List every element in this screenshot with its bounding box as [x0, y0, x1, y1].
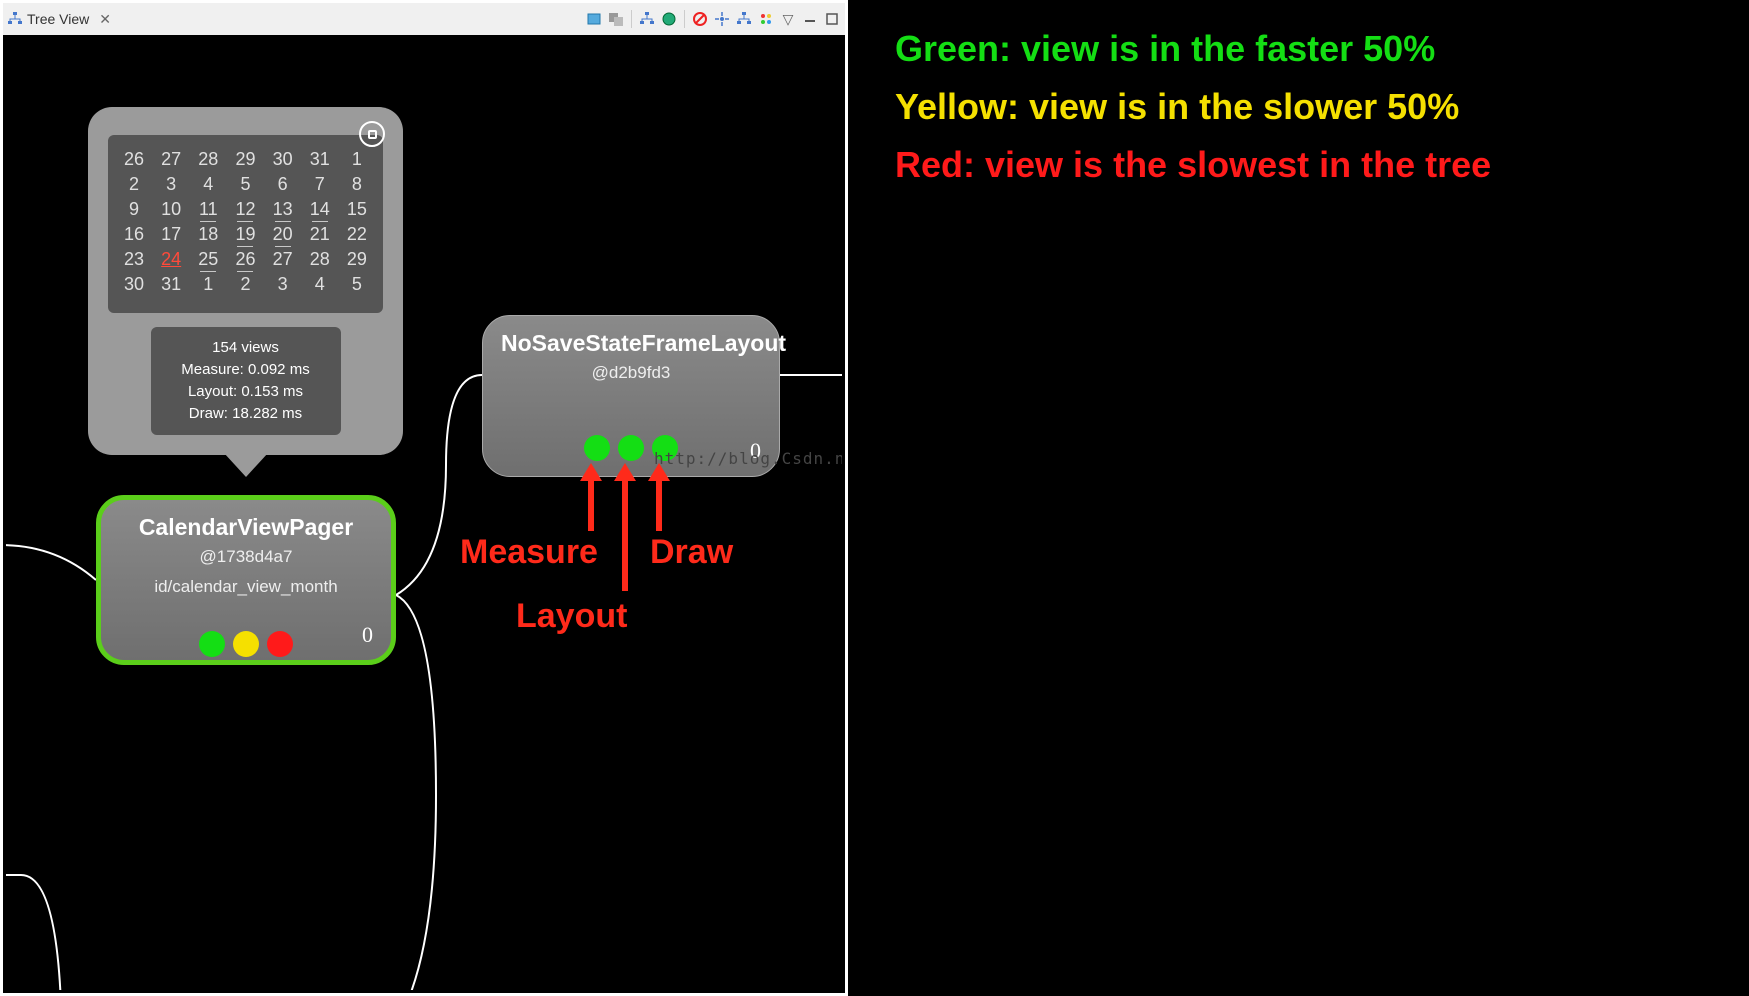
draw-dot: [267, 631, 293, 657]
stats-draw: Draw: 18.282 ms: [159, 403, 333, 425]
calendar-cell: 29: [231, 149, 259, 170]
calendar-cell: 1: [343, 149, 371, 170]
calendar-cell: 28: [194, 149, 222, 170]
label-measure: Measure: [460, 533, 598, 572]
calendar-cell: 29: [343, 249, 371, 270]
calendar-cell: 12: [231, 199, 259, 220]
tb-dots-icon[interactable]: [757, 10, 775, 28]
legend: Green: view is in the faster 50% Yellow:…: [895, 20, 1491, 194]
node-title: NoSaveStateFrameLayout: [501, 330, 761, 357]
calendar-cell: 21: [306, 224, 334, 245]
calendar-cell: 26: [120, 149, 148, 170]
calendar-cell: 31: [306, 149, 334, 170]
legend-yellow: Yellow: view is in the slower 50%: [895, 78, 1491, 136]
watermark: http://blog.Csdn.net/: [654, 449, 842, 468]
calendar-cell: 25: [194, 249, 222, 270]
calendar-cell: 19: [231, 224, 259, 245]
calendar-cell: 13: [269, 199, 297, 220]
tree-canvas[interactable]: 2627282930311234567891011121314151617181…: [6, 35, 842, 990]
title-bar: Tree View ✕ ▽: [3, 3, 845, 35]
calendar-cell: 6: [269, 174, 297, 195]
node-hash: @d2b9fd3: [501, 363, 761, 383]
calendar-cell: 23: [120, 249, 148, 270]
calendar-cell: 2: [231, 274, 259, 295]
calendar-cell: 28: [306, 249, 334, 270]
node-title: CalendarViewPager: [119, 514, 373, 541]
legend-red: Red: view is the slowest in the tree: [895, 136, 1491, 194]
calendar-cell: 4: [194, 174, 222, 195]
tooltip-stats: 154 views Measure: 0.092 ms Layout: 0.15…: [151, 327, 341, 435]
layout-dot: [618, 435, 644, 461]
calendar-cell: 2: [120, 174, 148, 195]
calendar-cell: 16: [120, 224, 148, 245]
calendar-cell: 30: [269, 149, 297, 170]
calendar-cell: 10: [157, 199, 185, 220]
legend-green: Green: view is in the faster 50%: [895, 20, 1491, 78]
measure-dot: [584, 435, 610, 461]
tb-tree-icon[interactable]: [638, 10, 656, 28]
calendar-cell: 20: [269, 224, 297, 245]
arrow-measure-icon: [576, 463, 606, 533]
panel-title: Tree View: [27, 11, 89, 27]
measure-dot: [199, 631, 225, 657]
calendar-cell: 9: [120, 199, 148, 220]
calendar-row: 23 24 25 26 27 28 29: [120, 249, 371, 270]
tb-icon-2[interactable]: [607, 10, 625, 28]
calendar-cell: 7: [306, 174, 334, 195]
tb-max-icon[interactable]: [823, 10, 841, 28]
calendar-cell: 1: [194, 274, 222, 295]
calendar-cell: 5: [231, 174, 259, 195]
node-calendar-view-pager[interactable]: CalendarViewPager @1738d4a7 id/calendar_…: [96, 495, 396, 665]
arrow-layout-icon: [610, 463, 640, 593]
calendar-cell: 17: [157, 224, 185, 245]
tb-globe-icon[interactable]: [660, 10, 678, 28]
perf-dots: [119, 631, 373, 657]
tree-view-panel: Tree View ✕ ▽: [0, 0, 848, 996]
calendar-preview: 2627282930311234567891011121314151617181…: [108, 135, 383, 313]
calendar-cell: 26: [231, 249, 259, 270]
toolbar-icons: ▽: [585, 10, 841, 28]
calendar-cell: 11: [194, 199, 222, 220]
tree-icon: [7, 11, 23, 27]
stats-measure: Measure: 0.092 ms: [159, 359, 333, 381]
layout-dot: [233, 631, 259, 657]
calendar-cell: 3: [157, 174, 185, 195]
calendar-cell: 4: [306, 274, 334, 295]
calendar-cell: 27: [269, 249, 297, 270]
tb-target-icon[interactable]: [713, 10, 731, 28]
node-tooltip: 2627282930311234567891011121314151617181…: [88, 107, 403, 455]
calendar-cell: 3: [269, 274, 297, 295]
tb-forbid-icon[interactable]: [691, 10, 709, 28]
calendar-cell: 31: [157, 274, 185, 295]
tb-icon-1[interactable]: [585, 10, 603, 28]
stats-views: 154 views: [159, 337, 333, 359]
node-hash: @1738d4a7: [119, 547, 373, 567]
calendar-cell: 14: [306, 199, 334, 220]
node-id: id/calendar_view_month: [119, 577, 373, 597]
tb-min-icon[interactable]: [801, 10, 819, 28]
tooltip-arrow-icon: [224, 453, 268, 477]
node-child-count: 0: [362, 622, 373, 648]
calendar-cell: 27: [157, 149, 185, 170]
calendar-row: 30 31 12345: [120, 274, 371, 295]
calendar-row: 16 17 18 19 20 21 22: [120, 224, 371, 245]
label-layout: Layout: [516, 597, 627, 636]
calendar-cell: 24: [157, 249, 185, 270]
stats-layout: Layout: 0.153 ms: [159, 381, 333, 403]
calendar-cell: 15: [343, 199, 371, 220]
calendar-cell: 5: [343, 274, 371, 295]
calendar-row: 26 27 28 29 30 31 1: [120, 149, 371, 170]
calendar-row: 2345678: [120, 174, 371, 195]
tb-tree2-icon[interactable]: [735, 10, 753, 28]
calendar-row: 9 10 11 12 13 14 15: [120, 199, 371, 220]
arrow-draw-icon: [644, 463, 674, 533]
close-tab-icon[interactable]: ✕: [99, 11, 111, 28]
tb-menu-icon[interactable]: ▽: [779, 10, 797, 28]
calendar-cell: 22: [343, 224, 371, 245]
tooltip-preview-icon: [359, 121, 385, 147]
calendar-cell: 30: [120, 274, 148, 295]
label-draw: Draw: [650, 533, 733, 572]
calendar-cell: 18: [194, 224, 222, 245]
calendar-cell: 8: [343, 174, 371, 195]
